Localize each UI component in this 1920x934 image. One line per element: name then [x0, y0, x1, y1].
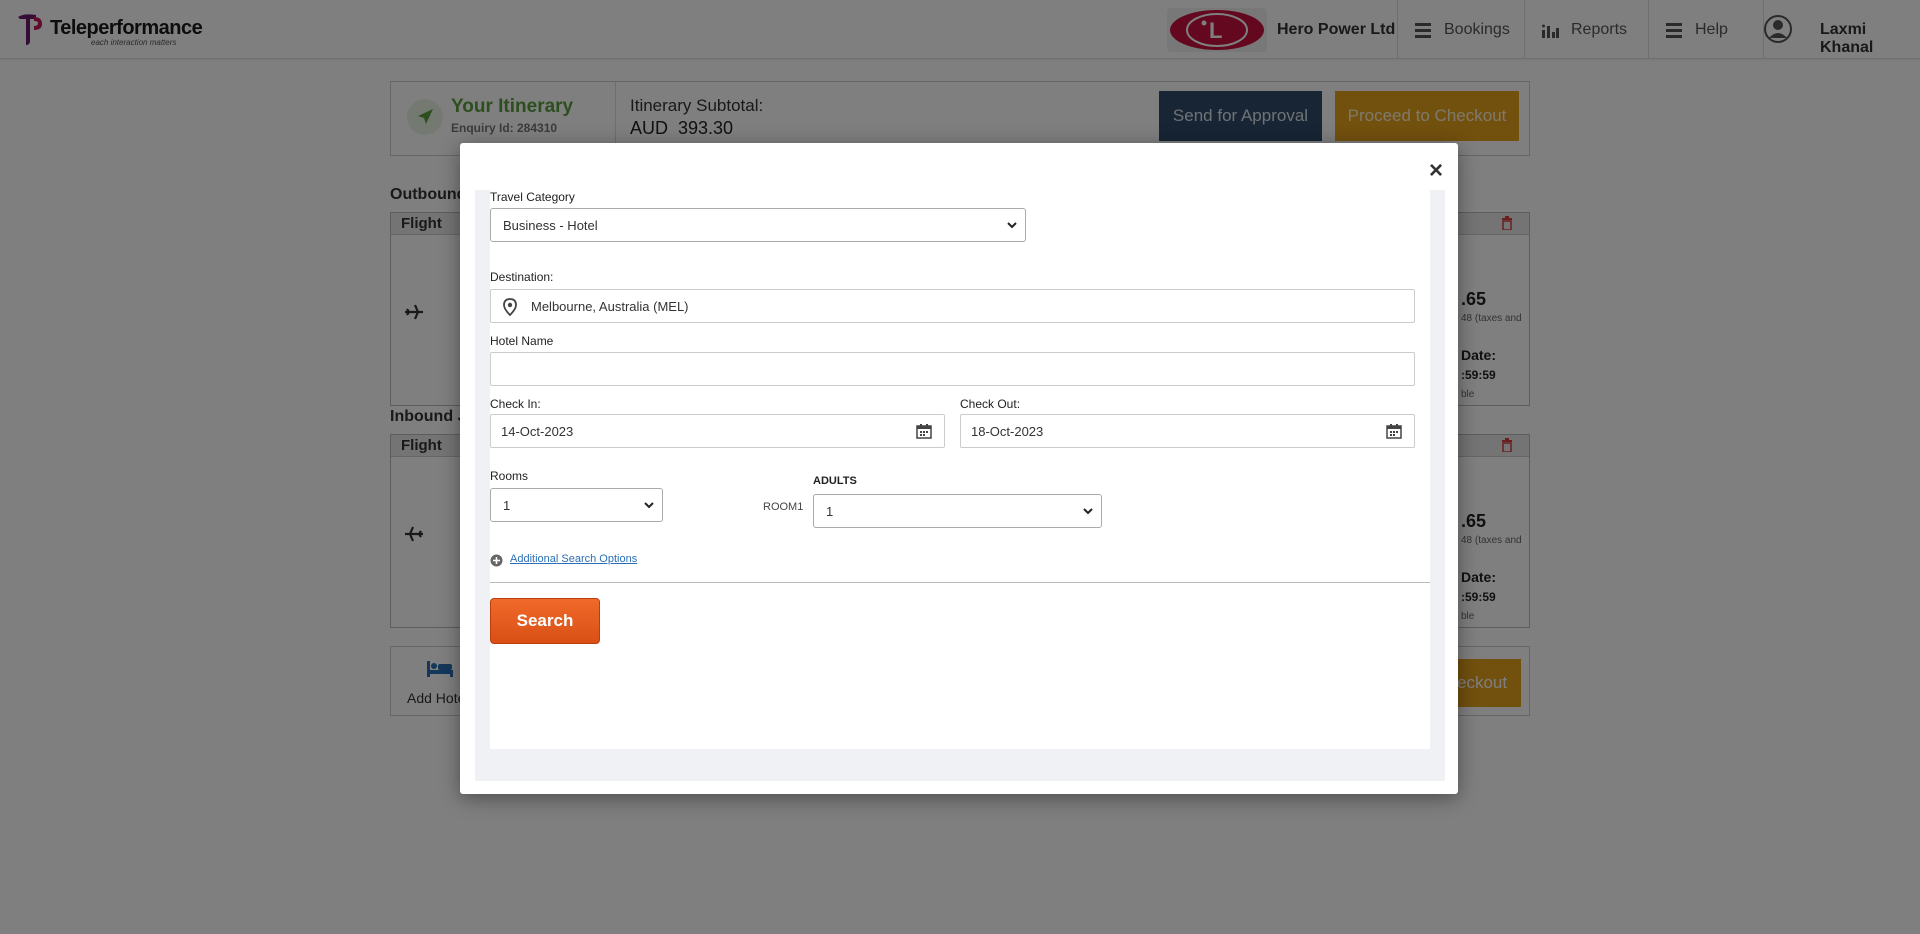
search-button[interactable]: Search [490, 598, 600, 644]
room1-label: ROOM1 [763, 501, 804, 513]
calendar-icon[interactable] [1386, 423, 1402, 439]
location-pin-icon [503, 298, 517, 316]
check-out-label: Check Out: [960, 397, 1021, 411]
calendar-icon[interactable] [916, 423, 932, 439]
chevron-down-icon [1007, 222, 1017, 229]
travel-category-label: Travel Category [490, 190, 575, 204]
adults-value: 1 [826, 503, 834, 519]
destination-value: Melbourne, Australia (MEL) [531, 298, 689, 314]
check-out-value: 18-Oct-2023 [971, 423, 1044, 439]
adults-label: ADULTS [813, 475, 857, 487]
chevron-down-icon [644, 502, 654, 509]
rooms-label: Rooms [490, 469, 529, 483]
travel-category-select[interactable]: Business - Hotel [490, 208, 1026, 242]
plus-circle-icon[interactable] [490, 554, 503, 567]
hotel-search-form [490, 190, 1430, 749]
destination-label: Destination: [490, 270, 554, 284]
hotel-name-input[interactable] [490, 352, 1415, 386]
chevron-down-icon [1083, 508, 1093, 515]
hotel-name-label: Hotel Name [490, 334, 554, 348]
check-in-value: 14-Oct-2023 [501, 423, 574, 439]
rooms-select[interactable]: 1 [490, 488, 663, 522]
form-divider [490, 582, 1430, 583]
check-in-label: Check In: [490, 397, 541, 411]
travel-category-value: Business - Hotel [503, 217, 598, 233]
destination-input[interactable]: Melbourne, Australia (MEL) [490, 289, 1415, 323]
additional-search-options-link[interactable]: Additional Search Options [510, 553, 637, 565]
close-modal-button[interactable]: × [1425, 159, 1447, 183]
check-in-input[interactable]: 14-Oct-2023 [490, 414, 945, 448]
adults-select[interactable]: 1 [813, 494, 1102, 528]
check-out-input[interactable]: 18-Oct-2023 [960, 414, 1415, 448]
rooms-value: 1 [503, 497, 511, 513]
